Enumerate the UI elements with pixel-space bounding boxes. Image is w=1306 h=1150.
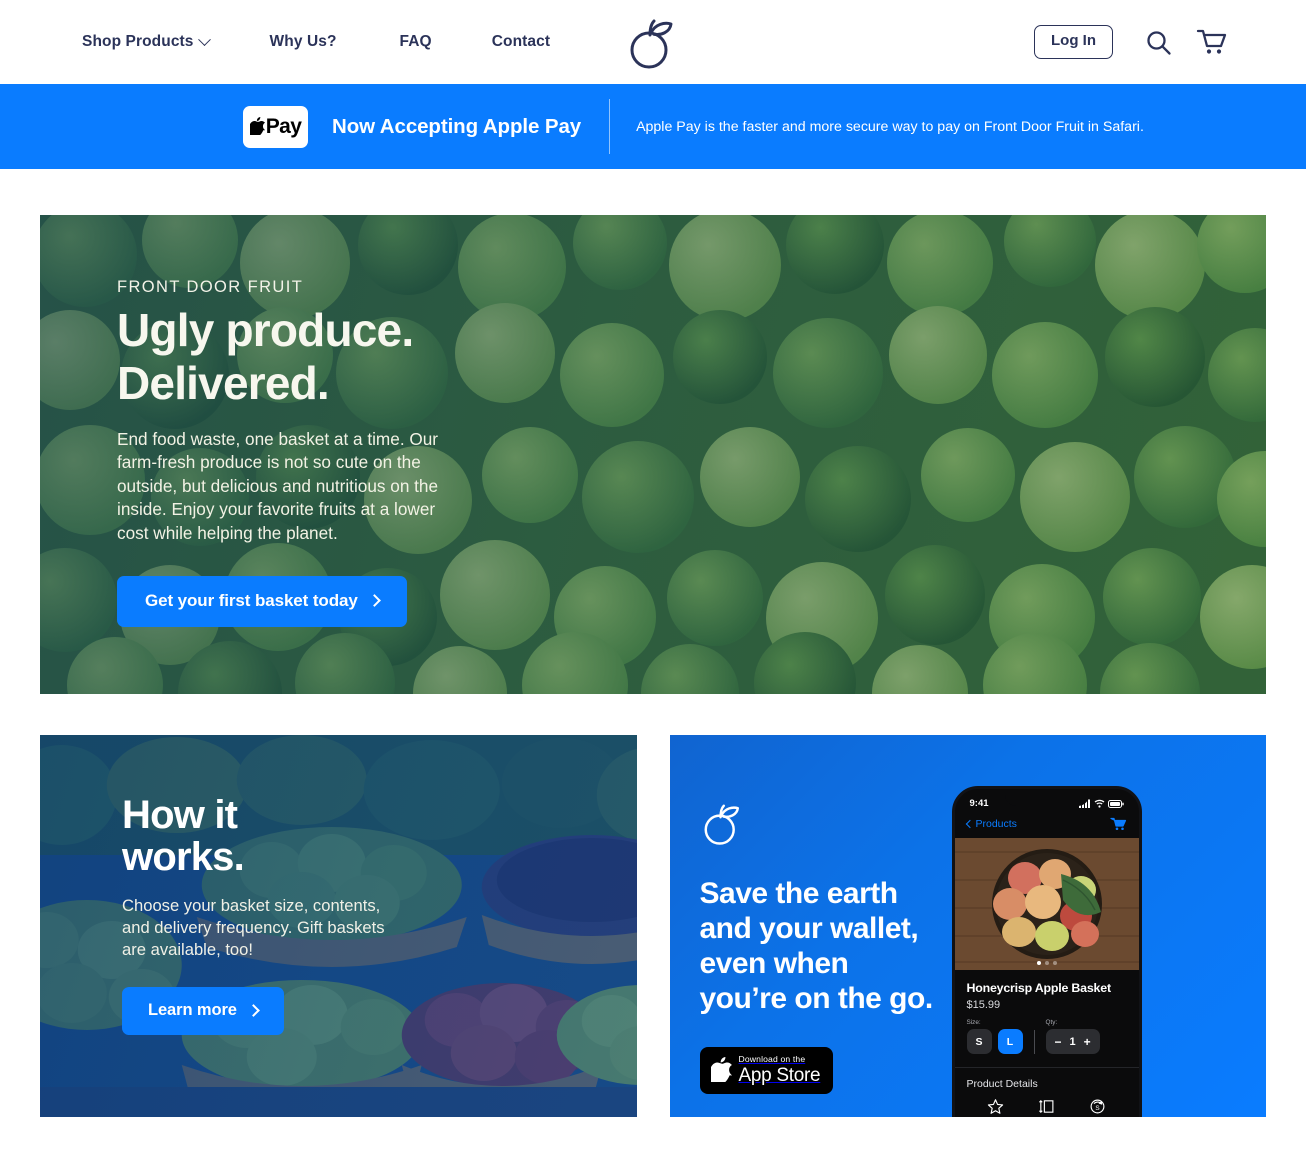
hero-heading: Ugly produce. Delivered. bbox=[117, 304, 510, 411]
chevron-down-icon bbox=[197, 32, 211, 46]
log-in-button[interactable]: Log In bbox=[1034, 25, 1113, 59]
app-card-heading-line-1: Save the earth bbox=[699, 877, 899, 910]
primary-nav-links: Shop Products Why Us? FAQ Contact bbox=[82, 32, 550, 51]
app-store-small-text: Download on the bbox=[738, 1054, 806, 1064]
apple-pay-subtitle: Apple Pay is the faster and more secure … bbox=[636, 118, 1144, 135]
apple-pay-badge-inner: Pay bbox=[249, 115, 302, 138]
photo-dot[interactable] bbox=[1044, 961, 1049, 965]
apple-pay-badge: Pay bbox=[243, 105, 308, 148]
phone-product-photo bbox=[954, 838, 1139, 970]
main-content: FRONT DOOR FRUIT Ugly produce. Delivered… bbox=[0, 215, 1306, 1117]
nav-item-faq[interactable]: FAQ bbox=[400, 33, 432, 51]
search-button[interactable] bbox=[1145, 29, 1172, 56]
apple-basket-photo bbox=[954, 838, 1139, 970]
hero-eyebrow: FRONT DOOR FRUIT bbox=[117, 278, 304, 296]
phone-size-label: Size: bbox=[966, 1019, 981, 1026]
feature-cards-row: How it works. Choose your basket size, c… bbox=[40, 735, 1266, 1117]
hero-heading-line-1: Ugly produce. bbox=[117, 304, 414, 356]
site-logo[interactable] bbox=[625, 13, 681, 76]
photo-dot[interactable] bbox=[1052, 961, 1057, 965]
apple-pay-divider bbox=[609, 99, 611, 154]
phone-options-divider bbox=[1033, 1030, 1035, 1054]
hero-paragraph: End food waste, one basket at a time. Ou… bbox=[117, 428, 439, 543]
phone-product-details-label[interactable]: Product Details bbox=[967, 1078, 1127, 1090]
nav-item-shop-products-label: Shop Products bbox=[82, 33, 194, 50]
app-card-heading-line-2: and your wallet, bbox=[699, 912, 919, 946]
chevron-right-icon bbox=[367, 594, 381, 607]
app-store-badge-text: Download on the App Store bbox=[739, 1055, 821, 1085]
phone-size-group: Size: S L bbox=[966, 1019, 1023, 1054]
phone-product-price: $15.99 bbox=[966, 999, 1001, 1011]
fruit-logo-icon bbox=[630, 19, 673, 69]
phone-nav-bar: Products bbox=[955, 812, 1139, 838]
svg-text:S: S bbox=[1095, 1105, 1099, 1112]
learn-more-label: Learn more bbox=[148, 1001, 237, 1020]
ruler-size-icon bbox=[1039, 1100, 1054, 1113]
size-option-l[interactable]: L bbox=[997, 1029, 1023, 1054]
wifi-icon bbox=[1094, 799, 1104, 808]
search-icon bbox=[1147, 30, 1171, 55]
how-card-heading-line-1: How it bbox=[122, 793, 238, 837]
app-card-heading-line-4: you’re on the go. bbox=[699, 982, 934, 1016]
hero-heading-line-2: Delivered. bbox=[117, 357, 330, 410]
refresh-subscription-icon: S bbox=[1090, 1099, 1105, 1114]
phone-back-label: Products bbox=[975, 818, 1017, 830]
apple-logo-icon bbox=[249, 116, 265, 135]
qty-decrease-button[interactable]: − bbox=[1055, 1036, 1062, 1048]
phone-qty-group: Qty: − 1 + bbox=[1045, 1019, 1100, 1054]
qty-value: 1 bbox=[1069, 1035, 1076, 1048]
shopping-cart-icon[interactable] bbox=[1109, 817, 1127, 831]
how-card-content: How it works. Choose your basket size, c… bbox=[40, 735, 637, 1036]
chevron-left-icon bbox=[965, 819, 974, 829]
get-first-basket-button[interactable]: Get your first basket today bbox=[117, 575, 407, 627]
phone-mockup: 9:41 Products Honeycrisp Apple Basket $1… bbox=[951, 786, 1142, 1117]
star-icon bbox=[988, 1099, 1004, 1114]
phone-options-row: Size: S L Qty: − 1 + bbox=[966, 1019, 1127, 1054]
fruit-logo-icon bbox=[704, 804, 739, 845]
app-store-download-badge[interactable]: Download on the App Store bbox=[699, 1047, 834, 1094]
app-store-big-text: App Store bbox=[738, 1064, 821, 1086]
how-card-heading: How it works. bbox=[122, 794, 637, 879]
app-card-content: Save the earth and your wallet, even whe… bbox=[670, 735, 960, 1016]
get-first-basket-label: Get your first basket today bbox=[145, 590, 358, 610]
app-card-logo bbox=[700, 799, 960, 852]
qty-increase-button[interactable]: + bbox=[1084, 1036, 1091, 1048]
how-it-works-card: How it works. Choose your basket size, c… bbox=[40, 735, 637, 1117]
phone-qty-label: Qty: bbox=[1045, 1019, 1058, 1026]
chevron-right-icon bbox=[247, 1004, 260, 1018]
phone-feature-icons: S bbox=[967, 1090, 1127, 1115]
phone-notch bbox=[1004, 789, 1089, 806]
how-card-heading-line-2: works. bbox=[122, 835, 245, 880]
phone-status-time: 9:41 bbox=[969, 798, 989, 809]
how-card-paragraph: Choose your basket size, contents, and d… bbox=[122, 895, 385, 959]
phone-back-to-products[interactable]: Products bbox=[965, 818, 1017, 830]
mobile-app-card: Save the earth and your wallet, even whe… bbox=[669, 735, 1266, 1117]
phone-quantity-stepper[interactable]: − 1 + bbox=[1045, 1029, 1100, 1054]
apple-logo-icon bbox=[710, 1057, 732, 1083]
learn-more-button[interactable]: Learn more bbox=[122, 987, 284, 1036]
app-card-heading: Save the earth and your wallet, even whe… bbox=[700, 876, 960, 1016]
cart-button[interactable] bbox=[1196, 28, 1228, 56]
size-option-s[interactable]: S bbox=[966, 1029, 992, 1054]
nav-item-shop-products[interactable]: Shop Products bbox=[82, 32, 211, 51]
nav-item-why-us[interactable]: Why Us? bbox=[270, 33, 337, 51]
hero-content: FRONT DOOR FRUIT Ugly produce. Delivered… bbox=[40, 215, 510, 627]
hero-section: FRONT DOOR FRUIT Ugly produce. Delivered… bbox=[40, 215, 1266, 694]
apple-pay-banner: Pay Now Accepting Apple Pay Apple Pay is… bbox=[0, 84, 1306, 169]
battery-icon bbox=[1107, 799, 1124, 808]
nav-actions: Log In bbox=[1034, 0, 1228, 84]
phone-photo-dots bbox=[1036, 961, 1057, 965]
phone-size-chips: S L bbox=[966, 1029, 1023, 1054]
apple-pay-title: Now Accepting Apple Pay bbox=[332, 114, 582, 138]
shopping-cart-icon bbox=[1196, 29, 1227, 54]
top-navigation-bar: Shop Products Why Us? FAQ Contact Log In bbox=[0, 0, 1306, 84]
photo-dot-active[interactable] bbox=[1036, 961, 1041, 965]
phone-product-title: Honeycrisp Apple Basket bbox=[966, 981, 1112, 995]
phone-product-details-section: Product Details S bbox=[954, 1067, 1139, 1115]
apple-pay-badge-text: Pay bbox=[265, 115, 302, 138]
nav-item-contact[interactable]: Contact bbox=[492, 33, 550, 51]
app-card-heading-line-3: even when bbox=[699, 947, 849, 981]
phone-product-body: Honeycrisp Apple Basket $15.99 Size: S L bbox=[955, 970, 1139, 1054]
